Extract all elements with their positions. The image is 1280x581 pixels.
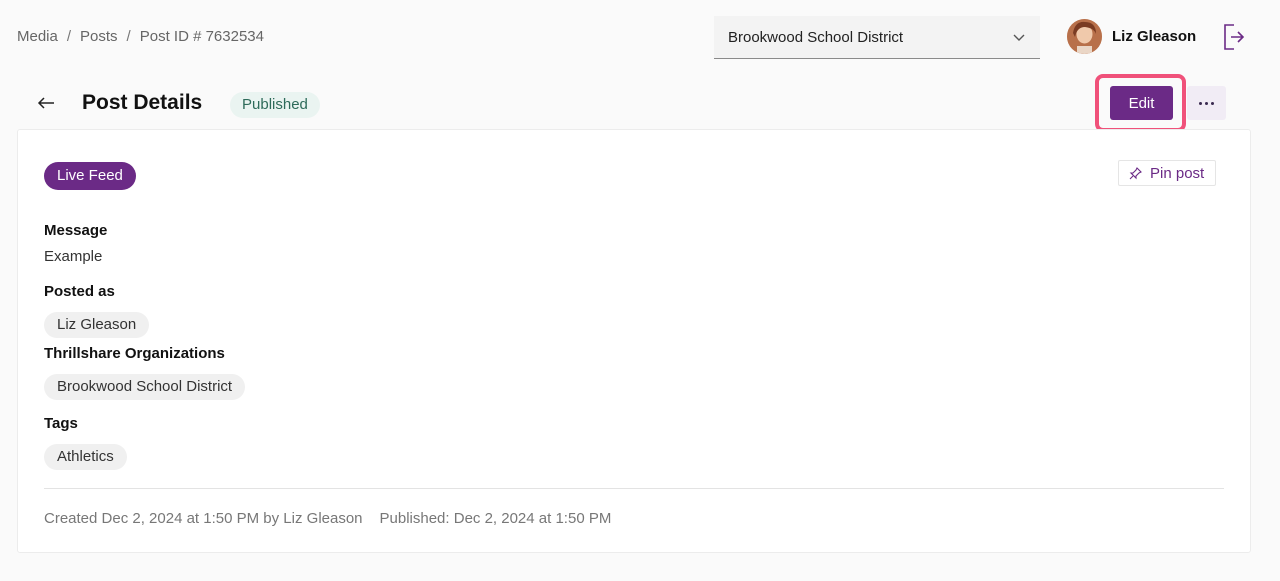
- posted-as-label: Posted as: [44, 283, 115, 300]
- pin-icon: [1129, 166, 1142, 179]
- pin-post-label: Pin post: [1150, 164, 1205, 182]
- top-bar: Media / Posts / Post ID # 7632534 Brookw…: [0, 0, 1280, 75]
- feed-badge: Live Feed: [44, 162, 136, 190]
- breadcrumb-separator: /: [126, 28, 131, 45]
- edit-button[interactable]: Edit: [1110, 86, 1173, 120]
- posted-as-chip: Liz Gleason: [44, 312, 150, 338]
- more-dots-icon: [1211, 101, 1214, 105]
- breadcrumb-posts[interactable]: Posts: [80, 28, 118, 45]
- user-name: Liz Gleason: [1112, 28, 1197, 45]
- organization-select-value: Brookwood School District: [728, 28, 904, 46]
- organizations-label: Thrillshare Organizations: [44, 345, 225, 362]
- divider: [44, 488, 1224, 489]
- more-dots-icon: [1205, 101, 1208, 105]
- user-menu[interactable]: Liz Gleason: [1067, 19, 1196, 54]
- breadcrumb: Media / Posts / Post ID # 7632534: [17, 28, 264, 45]
- more-options-button[interactable]: [1187, 86, 1226, 120]
- breadcrumb-separator: /: [66, 28, 72, 45]
- avatar: [1067, 19, 1102, 54]
- tag-chip: Athletics: [44, 444, 127, 470]
- breadcrumb-media[interactable]: Media: [17, 28, 58, 45]
- created-meta: Created Dec 2, 2024 at 1:50 PM by Liz Gl…: [44, 510, 363, 527]
- tags-label: Tags: [44, 415, 78, 432]
- organization-select[interactable]: Brookwood School District: [714, 16, 1040, 59]
- chevron-down-icon: [1013, 34, 1025, 41]
- message-value: Example: [44, 248, 103, 265]
- message-label: Message: [44, 222, 108, 239]
- pin-post-button[interactable]: Pin post: [1118, 160, 1216, 186]
- post-details-card: Live Feed Pin post Message Example Poste…: [17, 129, 1251, 553]
- more-dots-icon: [1199, 101, 1202, 105]
- post-meta: Created Dec 2, 2024 at 1:50 PM by Liz Gl…: [44, 510, 611, 527]
- status-badge: Published: [230, 92, 320, 118]
- arrow-left-icon[interactable]: [36, 93, 56, 113]
- page-title: Post Details: [82, 91, 203, 114]
- page-header: Post Details Published: [0, 80, 1280, 126]
- organization-chip: Brookwood School District: [44, 374, 246, 400]
- logout-icon[interactable]: [1223, 24, 1245, 50]
- published-meta: Published: Dec 2, 2024 at 1:50 PM: [379, 510, 612, 527]
- breadcrumb-current: Post ID # 7632534: [139, 28, 264, 45]
